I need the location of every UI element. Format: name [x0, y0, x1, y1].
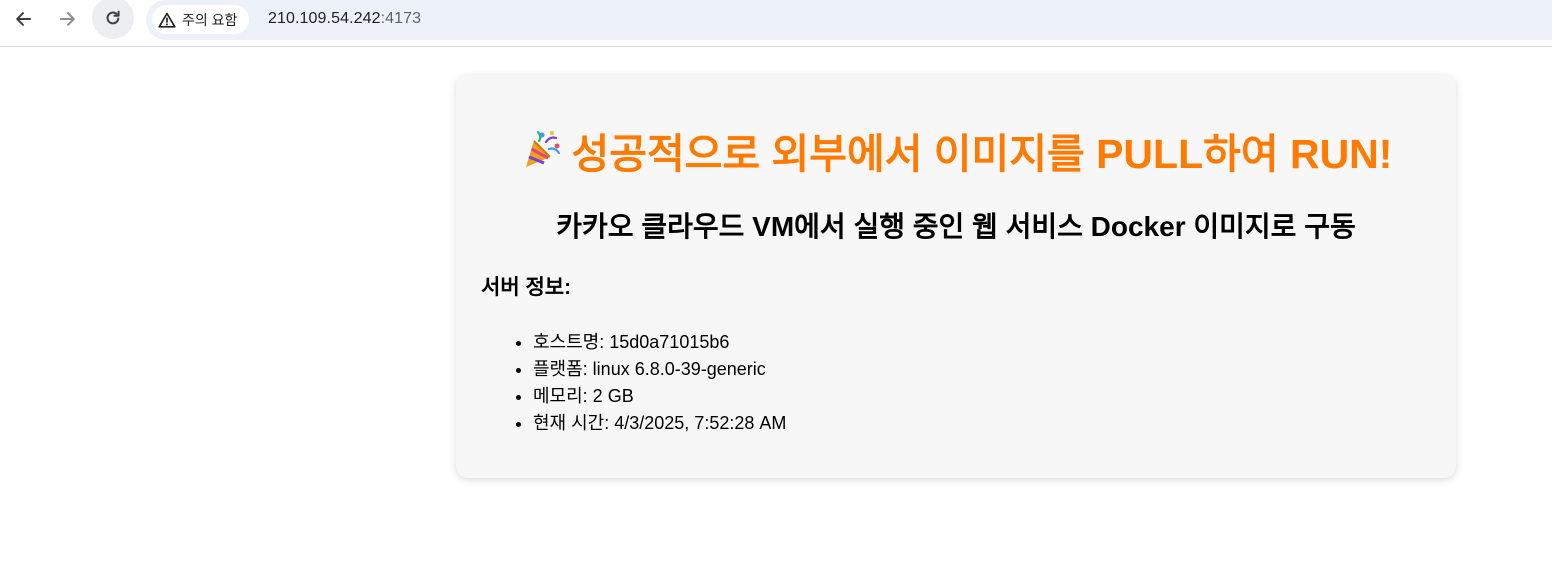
forward-button[interactable]: [48, 0, 88, 38]
server-info-list: 호스트명: 15d0a71015b6 플랫폼: linux 6.8.0-39-g…: [533, 329, 786, 437]
url-text[interactable]: 210.109.54.242:4173: [268, 10, 421, 28]
page-headline: 성공적으로 외부에서 이미지를 PULL하여 RUN!: [456, 130, 1456, 184]
address-bar[interactable]: 주의 요함 210.109.54.242:4173: [146, 0, 1552, 40]
page-subheading: 카카오 클라우드 VM에서 실행 중인 웹 서비스 Docker 이미지로 구동: [556, 211, 1356, 242]
content-card: 성공적으로 외부에서 이미지를 PULL하여 RUN! 카카오 클라우드 VM에…: [456, 75, 1456, 478]
back-button[interactable]: [3, 0, 43, 38]
server-info-title: 서버 정보:: [481, 276, 572, 299]
headline-text: 성공적으로 외부에서 이미지를 PULL하여 RUN!: [571, 131, 1393, 177]
warning-triangle-icon: [158, 12, 176, 28]
forward-arrow-icon: [60, 12, 75, 26]
back-arrow-icon: [16, 12, 31, 26]
url-port: :4173: [380, 10, 422, 27]
url-host: 210.109.54.242: [268, 10, 381, 27]
list-item-platform: 플랫폼: linux 6.8.0-39-generic: [533, 356, 786, 383]
browser-toolbar: 주의 요함 210.109.54.242:4173: [0, 0, 1552, 47]
security-chip-label: 주의 요함: [182, 11, 238, 28]
party-popper-icon: [520, 127, 564, 181]
security-chip[interactable]: 주의 요함: [152, 5, 250, 34]
list-item-current-time: 현재 시간: 4/3/2025, 7:52:28 AM: [533, 410, 786, 437]
reload-icon: [106, 10, 120, 25]
list-item-memory: 메모리: 2 GB: [533, 383, 786, 410]
reload-button[interactable]: [92, 0, 134, 39]
list-item-hostname: 호스트명: 15d0a71015b6: [533, 329, 786, 356]
